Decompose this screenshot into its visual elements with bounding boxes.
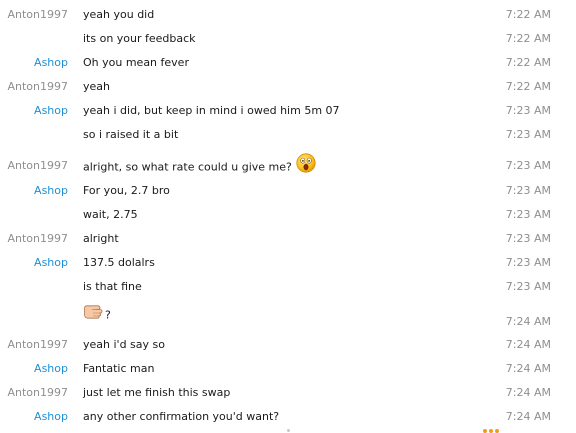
dot-icon [483, 429, 487, 433]
message-timestamp: 7:23 AM [505, 104, 551, 117]
chat-message-row: Anton1997 yeah i'd say so 7:24 AM [0, 335, 576, 353]
chat-message-row: Ashop Oh you mean fever 7:22 AM [0, 53, 576, 71]
chat-history: Anton1997 yeah you did 7:22 AM its on yo… [0, 0, 576, 433]
message-timestamp: 7:22 AM [505, 56, 551, 69]
message-timestamp: 7:22 AM [505, 32, 551, 45]
chat-message-row: Ashop 137.5 dolalrs 7:23 AM [0, 253, 576, 271]
message-text: Fantatic man [83, 362, 155, 375]
sender-name[interactable]: Anton1997 [7, 386, 68, 399]
scroll-indicator-dot [287, 429, 290, 432]
chat-message-row: Anton1997 alright 7:23 AM [0, 229, 576, 247]
message-text: any other confirmation you'd want? [83, 410, 280, 423]
chat-message-row: wait, 2.75 7:23 AM [0, 205, 576, 223]
message-text: just let me finish this swap [83, 386, 231, 399]
message-text: alright [83, 232, 119, 245]
dot-icon [489, 429, 493, 433]
sender-name[interactable]: Ashop [34, 362, 68, 375]
message-text: alright, so what rate could u give me? [83, 160, 292, 174]
more-options-button[interactable] [483, 428, 499, 433]
message-text: yeah [83, 80, 110, 93]
sender-name[interactable]: Ashop [34, 410, 68, 423]
sender-name[interactable]: Ashop [34, 184, 68, 197]
chat-message-row: Anton1997 yeah you did 7:22 AM [0, 5, 576, 23]
message-text: 137.5 dolalrs [83, 256, 155, 269]
message-text: yeah i did, but keep in mind i owed him … [83, 104, 340, 117]
chat-message-row: Ashop any other confirmation you'd want?… [0, 407, 576, 425]
message-timestamp: 7:24 AM [505, 338, 551, 351]
sender-name[interactable]: Ashop [34, 256, 68, 269]
message-timestamp: 7:23 AM [505, 184, 551, 197]
chat-message-row: so i raised it a bit 7:23 AM [0, 125, 576, 143]
sender-name[interactable]: Anton1997 [7, 8, 68, 21]
chat-message-row: Anton1997 just let me finish this swap 7… [0, 383, 576, 401]
chat-message-row: Ashop yeah i did, but keep in mind i owe… [0, 101, 576, 119]
message-timestamp: 7:24 AM [505, 315, 551, 328]
sender-name[interactable]: Anton1997 [7, 159, 68, 172]
message-text: its on your feedback [83, 32, 196, 45]
message-text: yeah you did [83, 8, 155, 21]
message-timestamp: 7:24 AM [505, 362, 551, 375]
chat-message-row: its on your feedback 7:22 AM [0, 29, 576, 47]
message-timestamp: 7:24 AM [505, 410, 551, 423]
sender-name[interactable]: Anton1997 [7, 338, 68, 351]
message-text: For you, 2.7 bro [83, 184, 170, 197]
message-timestamp: 7:23 AM [505, 280, 551, 293]
message-timestamp: 7:22 AM [505, 80, 551, 93]
message-text: Oh you mean fever [83, 56, 189, 69]
pointing-hand-emoji-icon [83, 303, 105, 322]
chat-message-row: is that fine 7:23 AM [0, 277, 576, 295]
message-timestamp: 7:24 AM [505, 386, 551, 399]
message-text: wait, 2.75 [83, 208, 138, 221]
chat-message-row: ? 7:24 AM [0, 305, 576, 330]
message-timestamp: 7:23 AM [505, 128, 551, 141]
message-timestamp: 7:23 AM [505, 208, 551, 221]
message-timestamp: 7:23 AM [505, 256, 551, 269]
shocked-face-emoji-icon [296, 153, 316, 176]
message-text: so i raised it a bit [83, 128, 179, 141]
dot-icon [495, 429, 499, 433]
message-content: ? [83, 303, 111, 322]
message-content: alright, so what rate could u give me? [83, 153, 316, 176]
chat-message-row: Anton1997 alright, so what rate could u … [0, 153, 576, 176]
message-timestamp: 7:23 AM [505, 232, 551, 245]
chat-message-row: Ashop Fantatic man 7:24 AM [0, 359, 576, 377]
sender-name[interactable]: Ashop [34, 104, 68, 117]
message-text: is that fine [83, 280, 142, 293]
sender-name[interactable]: Anton1997 [7, 232, 68, 245]
chat-message-row: Anton1997 yeah 7:22 AM [0, 77, 576, 95]
message-text: yeah i'd say so [83, 338, 165, 351]
message-timestamp: 7:23 AM [505, 159, 551, 172]
sender-name[interactable]: Ashop [34, 56, 68, 69]
message-text: ? [105, 308, 111, 322]
chat-message-row: Ashop For you, 2.7 bro 7:23 AM [0, 181, 576, 199]
message-timestamp: 7:22 AM [505, 8, 551, 21]
sender-name[interactable]: Anton1997 [7, 80, 68, 93]
